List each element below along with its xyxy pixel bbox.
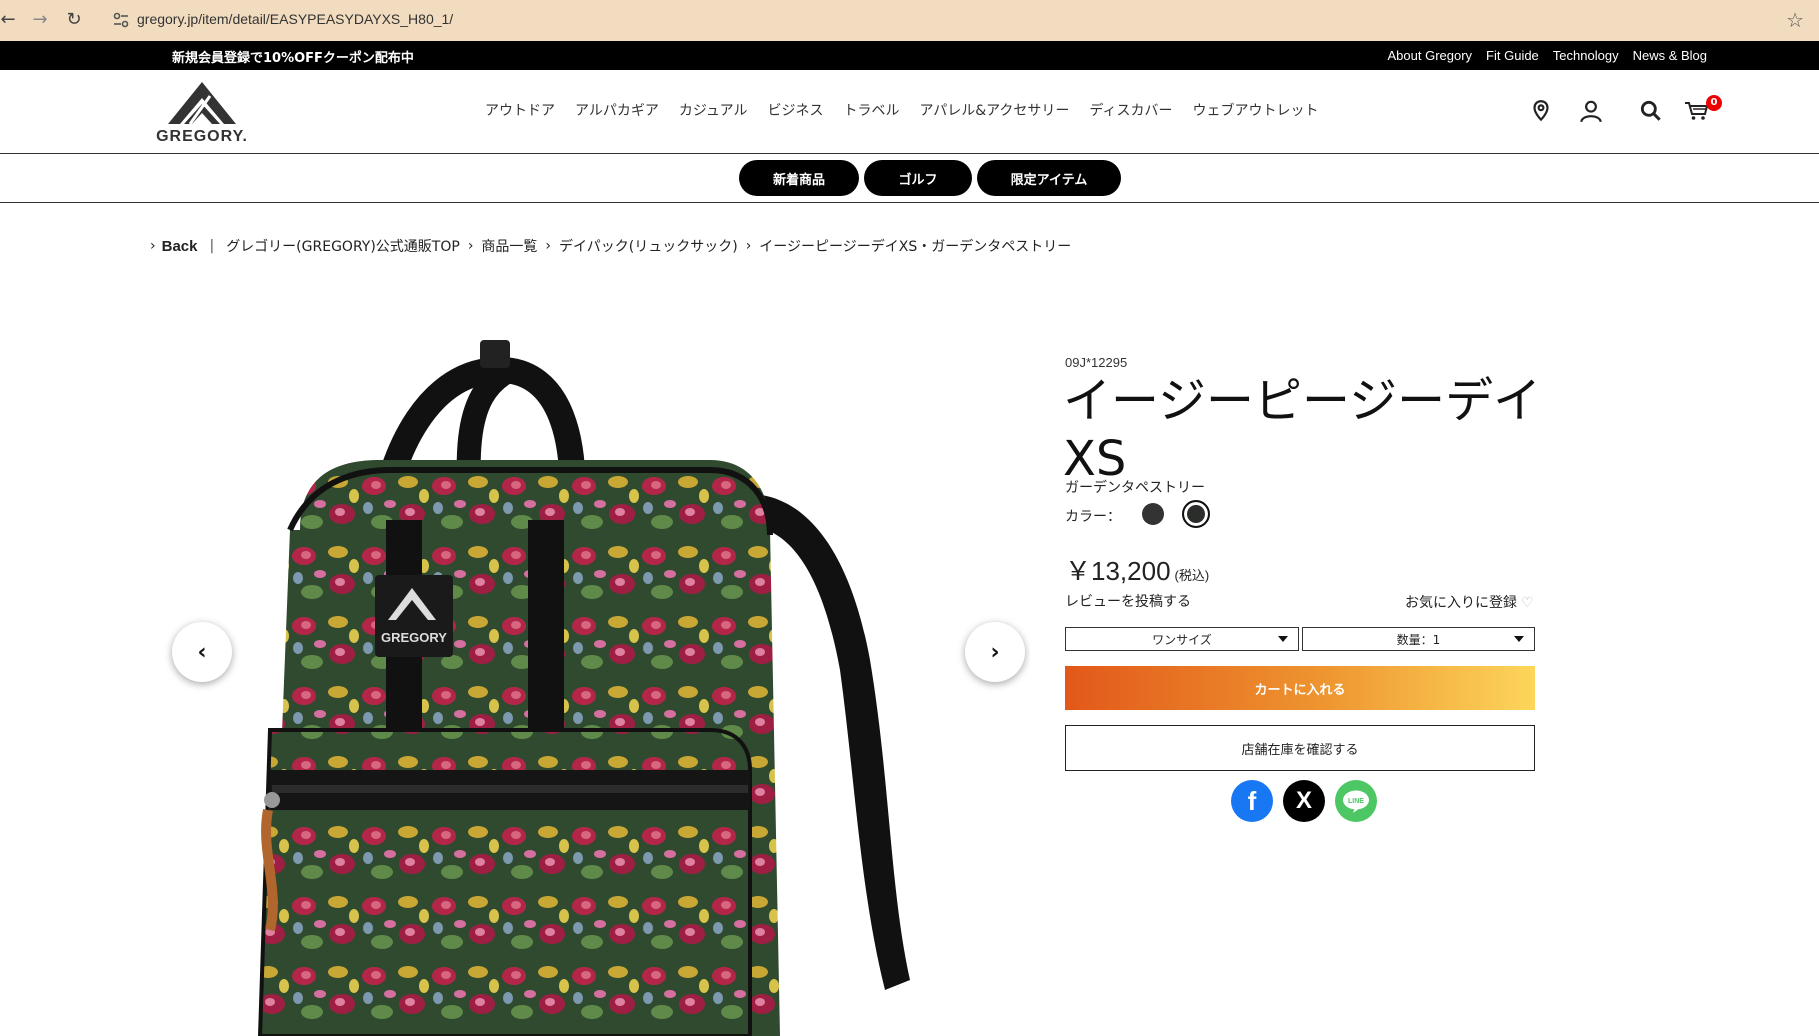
color-swatch-black[interactable] (1142, 503, 1164, 525)
gregory-mountain-logo-icon (168, 82, 236, 125)
breadcrumb-chevron-icon: › (545, 238, 552, 254)
color-label: カラー： (1065, 509, 1121, 525)
top-link-fit-guide[interactable]: Fit Guide (1486, 48, 1539, 63)
dropdown-caret-icon (1514, 636, 1524, 642)
product-color-name: ガーデンタペストリー (1065, 480, 1205, 496)
breadcrumb-current: イージーピージーデイXS・ガーデンタペストリー (759, 239, 1072, 255)
reload-icon[interactable]: ↻ (62, 8, 86, 32)
breadcrumb-top[interactable]: グレゴリー(GREGORY)公式通販TOP (226, 236, 460, 256)
favorite-label: お気に入りに登録 (1405, 595, 1517, 611)
store-location-icon[interactable] (1528, 98, 1554, 124)
main-navigation: アウトドア アルパカギア カジュアル ビジネス トラベル アパレル&アクセサリー… (485, 100, 1318, 120)
browser-toolbar: ← → ↻ gregory.jp/item/detail/EASYPEASYDA… (0, 0, 1819, 41)
gregory-logo[interactable]: GREGORY. (150, 80, 254, 146)
breadcrumb-product-list[interactable]: 商品一覧 (481, 236, 537, 256)
quantity-select[interactable]: 数量：1 (1302, 627, 1535, 651)
color-swatch-selected[interactable] (1182, 500, 1210, 528)
url-text[interactable]: gregory.jp/item/detail/EASYPEASYDAYXS_H8… (137, 11, 453, 27)
x-share-icon[interactable]: X (1283, 780, 1325, 822)
pill-new-arrivals[interactable]: 新着商品 (739, 160, 859, 196)
gallery-prev-button[interactable]: ‹ (172, 622, 232, 682)
heart-icon: ♡ (1521, 595, 1534, 611)
chevron-right-icon: › (150, 238, 156, 254)
breadcrumb-daypack[interactable]: デイパック(リュックサック) (559, 236, 738, 256)
product-price: ￥13,200 (税込) (1065, 551, 1209, 588)
nav-apparel-accessory[interactable]: アパレル&アクセサリー (919, 100, 1069, 120)
bookmark-star-icon[interactable]: ☆ (1786, 8, 1804, 32)
nav-casual[interactable]: カジュアル (679, 100, 748, 120)
logo-text: GREGORY. (156, 128, 248, 145)
size-select-value: ワンサイズ (1152, 632, 1212, 647)
breadcrumb-divider: | (209, 238, 215, 254)
site-settings-icon[interactable] (111, 10, 131, 30)
svg-text:LINE: LINE (1348, 798, 1364, 805)
top-link-technology[interactable]: Technology (1553, 48, 1619, 63)
line-share-icon[interactable]: LINE (1335, 780, 1377, 822)
cart-count-badge: 0 (1706, 95, 1722, 111)
pill-limited-items[interactable]: 限定アイテム (977, 160, 1121, 196)
product-sku: 09J*12295 (1065, 355, 1128, 370)
nav-alpaca-gear[interactable]: アルパカギア (575, 100, 659, 120)
backpack-logo-text: GREGORY (381, 630, 447, 645)
top-links: About Gregory Fit Guide Technology News … (1388, 48, 1708, 63)
gallery-next-button[interactable]: › (965, 622, 1025, 682)
add-to-cart-button[interactable]: カートに入れる (1065, 666, 1535, 710)
nav-business[interactable]: ビジネス (767, 100, 823, 120)
pill-golf[interactable]: ゴルフ (864, 160, 972, 196)
write-review-link[interactable]: レビューを投稿する (1065, 591, 1191, 611)
announcement-bar: 新規会員登録で10%OFFクーポン配布中 About Gregory Fit G… (0, 41, 1819, 70)
back-link[interactable]: Back (162, 238, 198, 255)
quantity-select-value: 数量：1 (1396, 632, 1441, 647)
line-bubble-icon: LINE (1343, 790, 1369, 813)
top-link-news-blog[interactable]: News & Blog (1633, 48, 1707, 63)
product-image-backpack: GREGORY (257, 340, 910, 1036)
breadcrumb-chevron-icon: › (467, 238, 474, 254)
tax-label: (税込) (1174, 568, 1210, 583)
breadcrumb: › Back | グレゴリー(GREGORY)公式通販TOP › 商品一覧 › デイ… (150, 236, 1079, 256)
site-header: GREGORY. アウトドア アルパカギア カジュアル ビジネス トラベル アパ… (0, 70, 1819, 154)
address-bar[interactable]: gregory.jp/item/detail/EASYPEASYDAYXS_H8… (101, 3, 1816, 37)
dropdown-caret-icon (1278, 636, 1288, 642)
price-value: ￥13,200 (1065, 556, 1171, 586)
promo-text[interactable]: 新規会員登録で10%OFFクーポン配布中 (172, 47, 414, 66)
favorite-button[interactable]: お気に入りに登録 ♡ (1405, 592, 1534, 612)
top-link-about[interactable]: About Gregory (1388, 48, 1473, 63)
breadcrumb-chevron-icon: › (745, 238, 752, 254)
forward-arrow-icon[interactable]: → (28, 8, 52, 32)
size-select[interactable]: ワンサイズ (1065, 627, 1299, 651)
nav-outdoor[interactable]: アウトドア (485, 100, 555, 120)
account-icon[interactable] (1578, 98, 1604, 124)
check-store-stock-button[interactable]: 店舗在庫を確認する (1065, 725, 1535, 771)
nav-discover[interactable]: ディスカバー (1089, 100, 1172, 120)
sub-navigation: 新着商品 ゴルフ 限定アイテム (0, 154, 1819, 203)
nav-travel[interactable]: トラベル (843, 100, 899, 120)
facebook-share-icon[interactable]: f (1231, 780, 1273, 822)
product-title: イージーピージーデイXS (1063, 373, 1542, 487)
nav-web-outlet[interactable]: ウェブアウトレット (1192, 100, 1318, 120)
search-icon[interactable] (1638, 98, 1664, 124)
back-arrow-icon[interactable]: ← (0, 8, 20, 32)
product-gallery: GREGORY ‹ › (150, 330, 1030, 1036)
